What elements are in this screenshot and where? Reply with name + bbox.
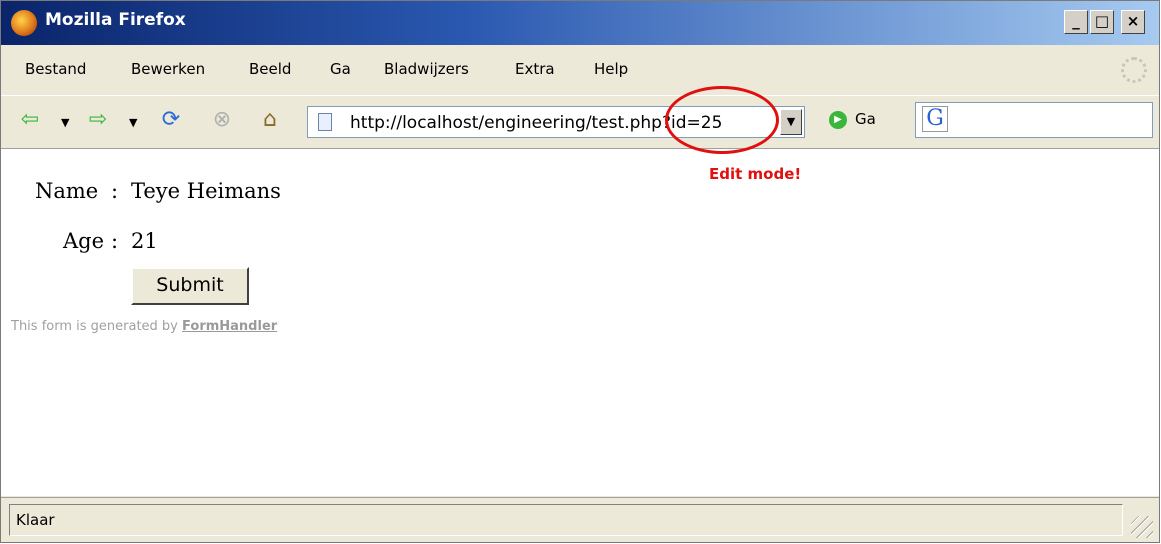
forward-dropdown-icon[interactable]: ▼ [129,116,137,129]
menu-extra[interactable]: Extra [515,60,555,78]
name-value: Teye Heimans [131,179,281,203]
menu-beeld[interactable]: Beeld [249,60,291,78]
google-icon[interactable]: G [922,106,948,132]
formhandler-link[interactable]: FormHandler [182,319,277,334]
title-bar: Mozilla Firefox _ □ × [1,1,1159,45]
minimize-button[interactable]: _ [1064,10,1088,34]
url-dropdown-icon[interactable]: ▼ [780,109,802,135]
stop-icon[interactable]: ⊗ [207,106,237,134]
firefox-icon [11,10,37,36]
page-icon [318,113,332,131]
throbber-icon [1121,57,1147,83]
reload-icon[interactable]: ⟳ [155,106,187,134]
page-content: Name : Teye Heimans Age : 21 Submit This… [1,149,1159,496]
menu-bewerken[interactable]: Bewerken [131,60,205,78]
annotation-text: Edit mode! [709,165,802,183]
generated-by-text: This form is generated by FormHandler [11,319,277,334]
age-label: Age [63,229,105,253]
age-separator: : [111,229,119,253]
menu-ga[interactable]: Ga [330,60,351,78]
status-bar: Klaar [1,497,1159,542]
name-separator: : [111,179,119,203]
status-panel: Klaar [9,504,1123,536]
annotation-circle [665,86,779,154]
go-button[interactable]: ▶ Ga [829,110,876,129]
browser-window: Mozilla Firefox _ □ × Bestand Bewerken B… [0,0,1160,543]
close-button[interactable]: × [1121,10,1145,34]
maximize-button[interactable]: □ [1090,10,1114,34]
age-value: 21 [131,229,158,253]
search-box[interactable]: G [915,102,1153,138]
window-title: Mozilla Firefox [45,10,186,30]
forward-icon[interactable]: ⇨ [83,106,113,134]
menu-help[interactable]: Help [594,60,628,78]
home-icon[interactable]: ⌂ [255,106,285,134]
submit-button[interactable]: Submit [131,267,249,305]
resize-grip-icon[interactable] [1131,516,1153,538]
name-label: Name [35,179,99,203]
generated-label: This form is generated by [11,319,178,334]
back-icon[interactable]: ⇦ [15,106,45,134]
go-icon: ▶ [829,110,847,129]
menu-bladwijzers[interactable]: Bladwijzers [384,60,469,78]
back-dropdown-icon[interactable]: ▼ [61,116,69,129]
menu-bestand[interactable]: Bestand [25,60,86,78]
menu-bar: Bestand Bewerken Beeld Ga Bladwijzers Ex… [1,45,1159,95]
status-text: Klaar [16,511,55,529]
navigation-toolbar: ⇦ ▼ ⇨ ▼ ⟳ ⊗ ⌂ http://localhost/engineeri… [1,95,1159,149]
go-label: Ga [855,110,876,128]
